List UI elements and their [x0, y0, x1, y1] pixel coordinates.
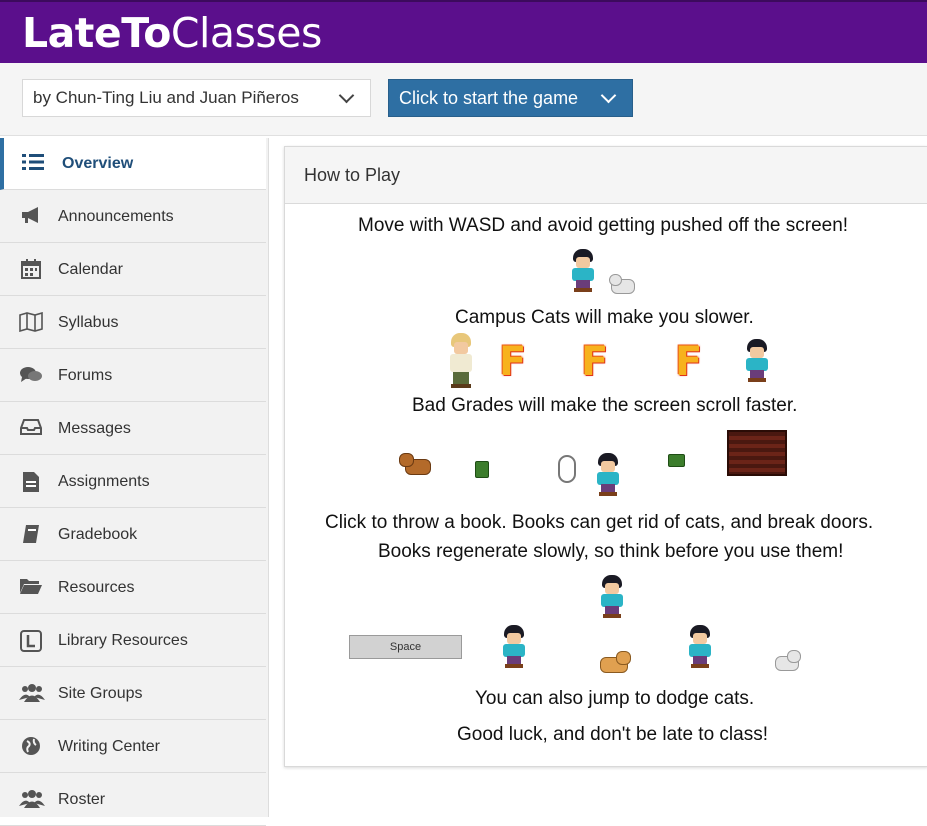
sidebar-item-announcements[interactable]: Announcements [0, 191, 266, 243]
sidebar-item-gradebook[interactable]: Gradebook [0, 509, 266, 561]
sidebar-item-label: Syllabus [58, 314, 119, 331]
sidebar-item-forums[interactable]: Forums [0, 350, 266, 402]
instruction-line: Bad Grades will make the screen scroll f… [412, 395, 798, 416]
instruction-line: You can also jump to dodge cats. [475, 688, 755, 709]
sidebar-item-label: Announcements [58, 208, 174, 225]
sidebar-item-label: Assignments [58, 473, 150, 490]
sidebar-item-label: Messages [58, 420, 131, 437]
card-title: How to Play [304, 165, 401, 185]
calendar-icon [19, 259, 43, 281]
book-sprite [475, 461, 489, 478]
sidebar-item-assignments[interactable]: Assignments [0, 456, 266, 508]
megaphone-icon [19, 206, 43, 228]
sidebar-nav: Overview Announcements Calendar Syllabus… [0, 138, 269, 826]
sidebar-item-site-groups[interactable]: Site Groups [0, 668, 266, 720]
app-title: LateToClasses [22, 9, 322, 57]
cat-sprite [773, 647, 803, 673]
sidebar-item-messages[interactable]: Messages [0, 403, 266, 455]
sidebar-item-overview[interactable]: Overview [0, 138, 266, 190]
author-select-value: by Chun-Ting Liu and Juan Piñeros [33, 88, 299, 107]
sidebar-item-label: Roster [58, 791, 106, 808]
player-sprite [599, 575, 625, 619]
instruction-line: Move with WASD and avoid getting pushed … [358, 215, 849, 236]
globe-icon [19, 736, 43, 758]
library-icon [19, 630, 43, 652]
sidebar-item-label: Overview [62, 155, 134, 172]
sidebar-item-label: Writing Center [58, 738, 160, 755]
sidebar-item-label: Calendar [58, 261, 123, 278]
mouse-icon [558, 455, 576, 483]
start-game-button[interactable]: Click to start the game [388, 79, 633, 117]
player-sprite [501, 625, 527, 669]
cat-sprite [596, 649, 631, 675]
player-sprite [744, 339, 770, 383]
chevron-down-icon [338, 87, 355, 104]
bad-grade-sprite: F [675, 339, 703, 385]
users-icon [19, 789, 45, 811]
classmate-sprite [448, 333, 474, 389]
sidebar-item-writing-center[interactable]: Writing Center [0, 721, 266, 773]
cat-sprite [399, 449, 433, 477]
sidebar-item-resources[interactable]: Resources [0, 562, 266, 614]
sidebar-item-label: Gradebook [58, 526, 138, 543]
chevron-down-icon [600, 87, 617, 104]
player-sprite [595, 453, 621, 497]
folder-icon [19, 577, 43, 599]
book-icon [19, 524, 43, 546]
toolbar: by Chun-Ting Liu and Juan Piñeros Click … [0, 63, 927, 136]
sidebar-item-syllabus[interactable]: Syllabus [0, 297, 266, 349]
sidebar-item-label: Resources [58, 579, 135, 596]
start-game-label: Click to start the game [399, 88, 579, 108]
users-icon [19, 683, 45, 705]
cat-sprite [609, 271, 637, 295]
map-icon [19, 311, 43, 334]
sidebar-item-label: Forums [58, 367, 113, 384]
document-icon [19, 471, 43, 493]
sidebar-item-label: Site Groups [58, 685, 143, 702]
player-sprite [687, 625, 713, 669]
comments-icon [19, 365, 43, 387]
list-icon [21, 153, 45, 175]
author-select[interactable]: by Chun-Ting Liu and Juan Piñeros [22, 79, 371, 117]
space-key-icon: Space [349, 635, 462, 659]
sidebar-item-library-resources[interactable]: Library Resources [0, 615, 266, 667]
book-sprite [668, 454, 685, 467]
how-to-play-card: How to Play Move with WASD and avoid get… [284, 146, 927, 767]
instruction-line: Books regenerate slowly, so think before… [378, 541, 844, 562]
instruction-line: Campus Cats will make you slower. [455, 307, 754, 328]
app-title-light: Classes [170, 9, 322, 57]
bad-grade-sprite: F [581, 339, 609, 385]
inbox-icon [19, 418, 43, 440]
app-title-bold: LateTo [22, 9, 171, 57]
instruction-line: Good luck, and don't be late to class! [457, 724, 768, 745]
player-sprite [570, 249, 596, 293]
door-sprite [727, 430, 787, 476]
sidebar-item-calendar[interactable]: Calendar [0, 244, 266, 296]
app-header: LateToClasses [0, 0, 927, 63]
bad-grade-sprite: F [499, 339, 527, 385]
sidebar-item-label: Library Resources [58, 632, 188, 649]
instruction-line: Click to throw a book. Books can get rid… [325, 512, 874, 533]
sidebar-item-roster[interactable]: Roster [0, 774, 266, 826]
card-header: How to Play [285, 147, 927, 204]
